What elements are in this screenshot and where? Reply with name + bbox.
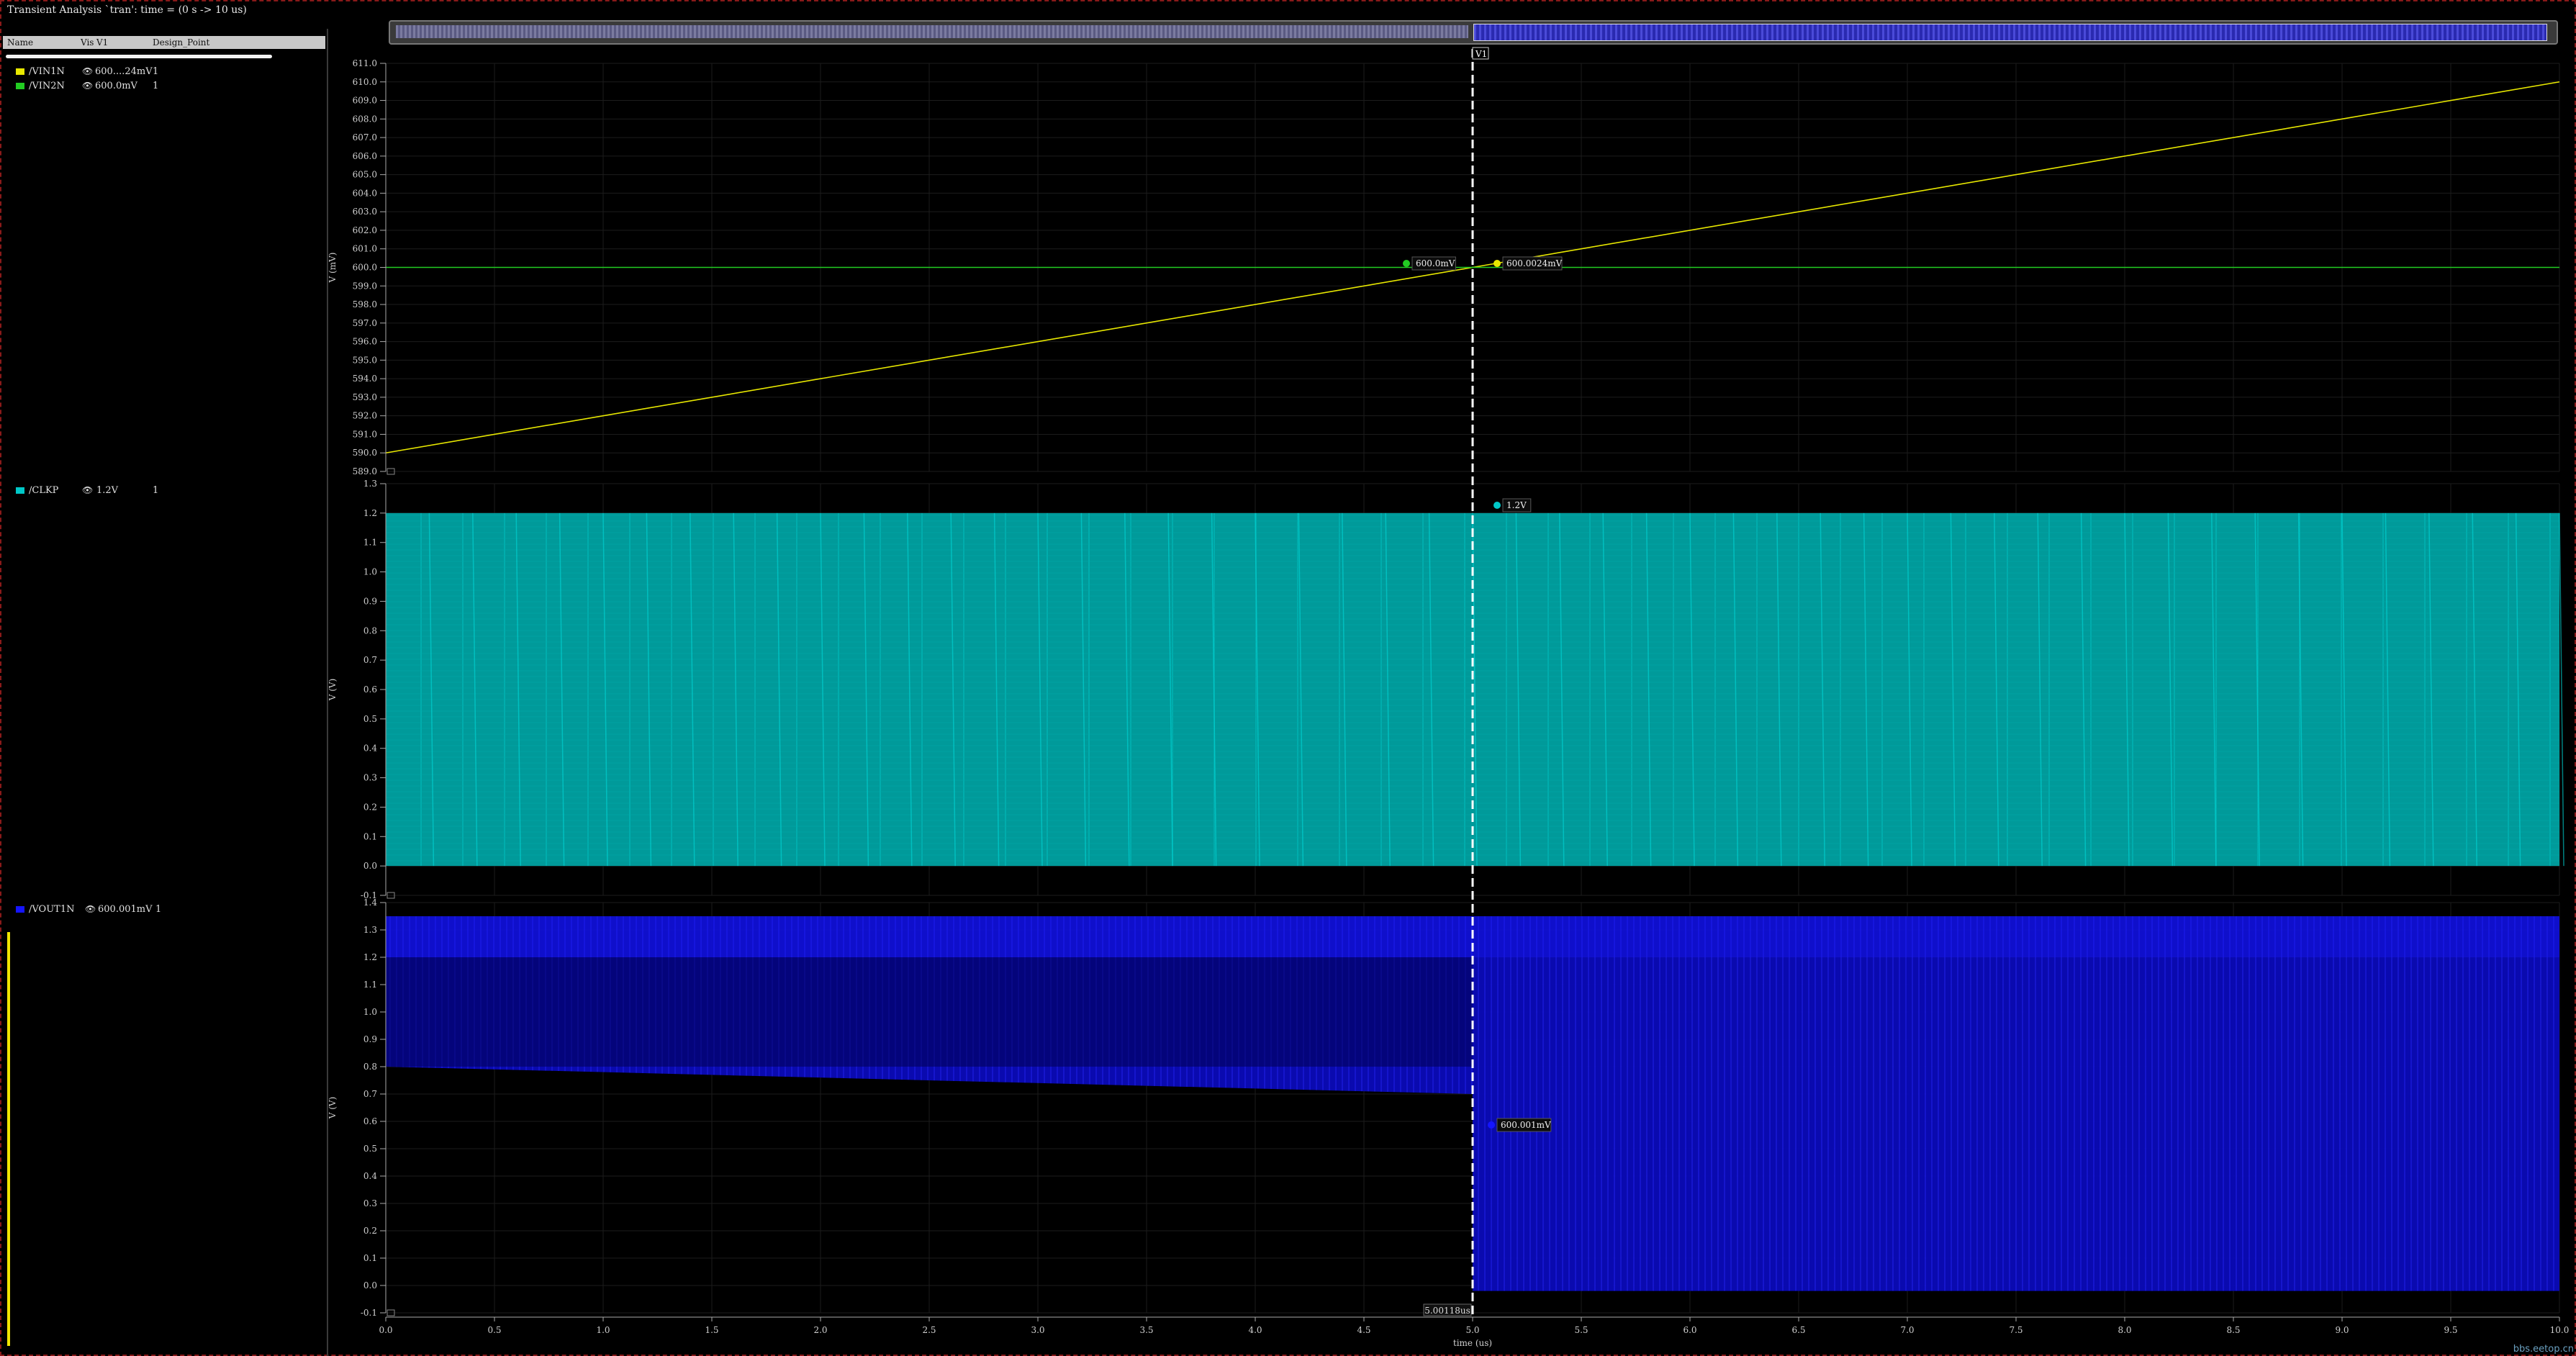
x-tick-label: 0.0 bbox=[379, 1325, 392, 1335]
x-tick-label: 9.5 bbox=[2444, 1325, 2457, 1335]
y-tick-label: 608.0 bbox=[353, 114, 377, 124]
y-tick-label: 0.6 bbox=[363, 1116, 377, 1126]
y-tick-label: 0.8 bbox=[363, 625, 377, 636]
y-tick-label: 0.2 bbox=[363, 1226, 377, 1236]
x-tick-label: 5.5 bbox=[1574, 1325, 1588, 1335]
y-tick-label: 606.0 bbox=[353, 151, 377, 161]
marker-clkp-dot bbox=[1493, 502, 1501, 509]
y-tick-label: 604.0 bbox=[353, 188, 377, 198]
y-tick-label: 0.7 bbox=[363, 1089, 377, 1099]
clkp-edge-line bbox=[2559, 512, 2564, 867]
y-tick-label: 607.0 bbox=[353, 132, 377, 143]
y-tick-label: 601.0 bbox=[353, 244, 377, 254]
y-tick-label: 594.0 bbox=[353, 374, 377, 384]
y-tick-label: 591.0 bbox=[353, 429, 377, 439]
y-tick-label: 598.0 bbox=[353, 299, 377, 309]
y-tick-label: 0.8 bbox=[363, 1062, 377, 1072]
y-tick-label: 597.0 bbox=[353, 318, 377, 328]
y-tick-label: 609.0 bbox=[353, 96, 377, 106]
x-axis-label: time (us) bbox=[1453, 1338, 1492, 1348]
y-tick-label: 1.4 bbox=[363, 898, 377, 908]
x-tick-label: 7.0 bbox=[1900, 1325, 1914, 1335]
y-tick-label: 603.0 bbox=[353, 207, 377, 217]
y-tick-label: 1.1 bbox=[363, 538, 377, 548]
x-tick-label: 3.5 bbox=[1139, 1325, 1153, 1335]
x-tick-label: 4.5 bbox=[1357, 1325, 1370, 1335]
y-tick-label: 0.5 bbox=[363, 714, 377, 724]
x-tick-label: 0.5 bbox=[487, 1325, 501, 1335]
y-tick-label: 1.0 bbox=[363, 1007, 377, 1017]
x-tick-label: 2.0 bbox=[813, 1325, 827, 1335]
y-tick-label: 592.0 bbox=[353, 411, 377, 421]
y-axis-label: V (V) bbox=[327, 1097, 338, 1120]
y-tick-label: 0.9 bbox=[363, 1034, 377, 1044]
x-tick-label: 3.0 bbox=[1031, 1325, 1044, 1335]
y-tick-label: 589.0 bbox=[353, 466, 377, 476]
x-tick-label: 10.0 bbox=[2550, 1325, 2570, 1335]
x-tick-label: 7.5 bbox=[2009, 1325, 2023, 1335]
y-tick-label: 0.0 bbox=[363, 1280, 377, 1291]
marker-vin2n-label: 600.0mV bbox=[1416, 258, 1455, 268]
y-tick-label: 0.3 bbox=[363, 1198, 377, 1208]
y-axis-label: V (mV) bbox=[327, 253, 338, 284]
y-tick-label: 0.0 bbox=[363, 861, 377, 871]
y-tick-label: 611.0 bbox=[353, 58, 377, 68]
y-tick-label: 0.7 bbox=[363, 655, 377, 665]
marker-vout1n-dot bbox=[1488, 1121, 1495, 1129]
cursor-label: V1 bbox=[1475, 49, 1487, 59]
y-tick-label: 1.1 bbox=[363, 980, 377, 990]
y-tick-label: 0.1 bbox=[363, 831, 377, 841]
y-tick-label: 590.0 bbox=[353, 448, 377, 458]
y-tick-label: 0.1 bbox=[363, 1253, 377, 1263]
y-tick-label: 605.0 bbox=[353, 170, 377, 180]
marker-vin1n-dot bbox=[1493, 260, 1501, 267]
x-tick-label: 5.0 bbox=[1465, 1325, 1479, 1335]
y-tick-label: 0.4 bbox=[363, 1171, 377, 1181]
y-tick-label: 0.4 bbox=[363, 743, 377, 754]
y-tick-label: 0.2 bbox=[363, 802, 377, 812]
x-tick-label: 8.5 bbox=[2226, 1325, 2240, 1335]
x-tick-label: 8.0 bbox=[2118, 1325, 2131, 1335]
y-tick-label: 0.9 bbox=[363, 596, 377, 606]
y-tick-label: 602.0 bbox=[353, 225, 377, 235]
y-axis-label: V (V) bbox=[327, 679, 338, 702]
vout1n-dark-region bbox=[386, 957, 1473, 1067]
x-tick-label: 6.5 bbox=[1791, 1325, 1805, 1335]
y-tick-label: 610.0 bbox=[353, 77, 377, 87]
x-tick-label: 1.5 bbox=[705, 1325, 718, 1335]
marker-vin2n-dot bbox=[1403, 260, 1410, 267]
y-tick-label: 593.0 bbox=[353, 392, 377, 402]
x-tick-label: 2.5 bbox=[922, 1325, 936, 1335]
y-tick-label: 0.5 bbox=[363, 1144, 377, 1154]
y-tick-label: 1.2 bbox=[363, 952, 377, 962]
x-tick-label: 6.0 bbox=[1683, 1325, 1696, 1335]
y-tick-label: 0.3 bbox=[363, 773, 377, 783]
x-tick-label: 4.0 bbox=[1248, 1325, 1262, 1335]
y-tick-label: 599.0 bbox=[353, 281, 377, 291]
marker-clkp-label: 1.2V bbox=[1506, 500, 1527, 510]
y-tick-label: 1.3 bbox=[363, 925, 377, 935]
cursor-time-readout: 5.00118us bbox=[1424, 1306, 1470, 1316]
waveform-canvas[interactable]: 611.0 610.0 609.0 608.0 607.0 606.0 605.0 604.0… bbox=[0, 0, 2576, 1356]
y-tick-label: 1.2 bbox=[363, 508, 377, 518]
y-tick-label: 596.0 bbox=[353, 337, 377, 347]
marker-vout1n-label: 600.001mV bbox=[1501, 1120, 1551, 1130]
x-tick-label: 1.0 bbox=[596, 1325, 610, 1335]
y-tick-label: 1.3 bbox=[363, 479, 377, 489]
y-tick-label: -0.1 bbox=[361, 1308, 377, 1318]
y-tick-label: 600.0 bbox=[353, 263, 377, 273]
marker-vin1n-label: 600.0024mV bbox=[1506, 258, 1563, 268]
y-tick-label: 1.0 bbox=[363, 567, 377, 577]
x-tick-label: 9.0 bbox=[2335, 1325, 2349, 1335]
y-tick-label: 0.6 bbox=[363, 684, 377, 695]
y-tick-label: 595.0 bbox=[353, 355, 377, 365]
watermark: bbs.eetop.cn bbox=[2513, 1344, 2574, 1355]
waveforms bbox=[385, 81, 2564, 1291]
